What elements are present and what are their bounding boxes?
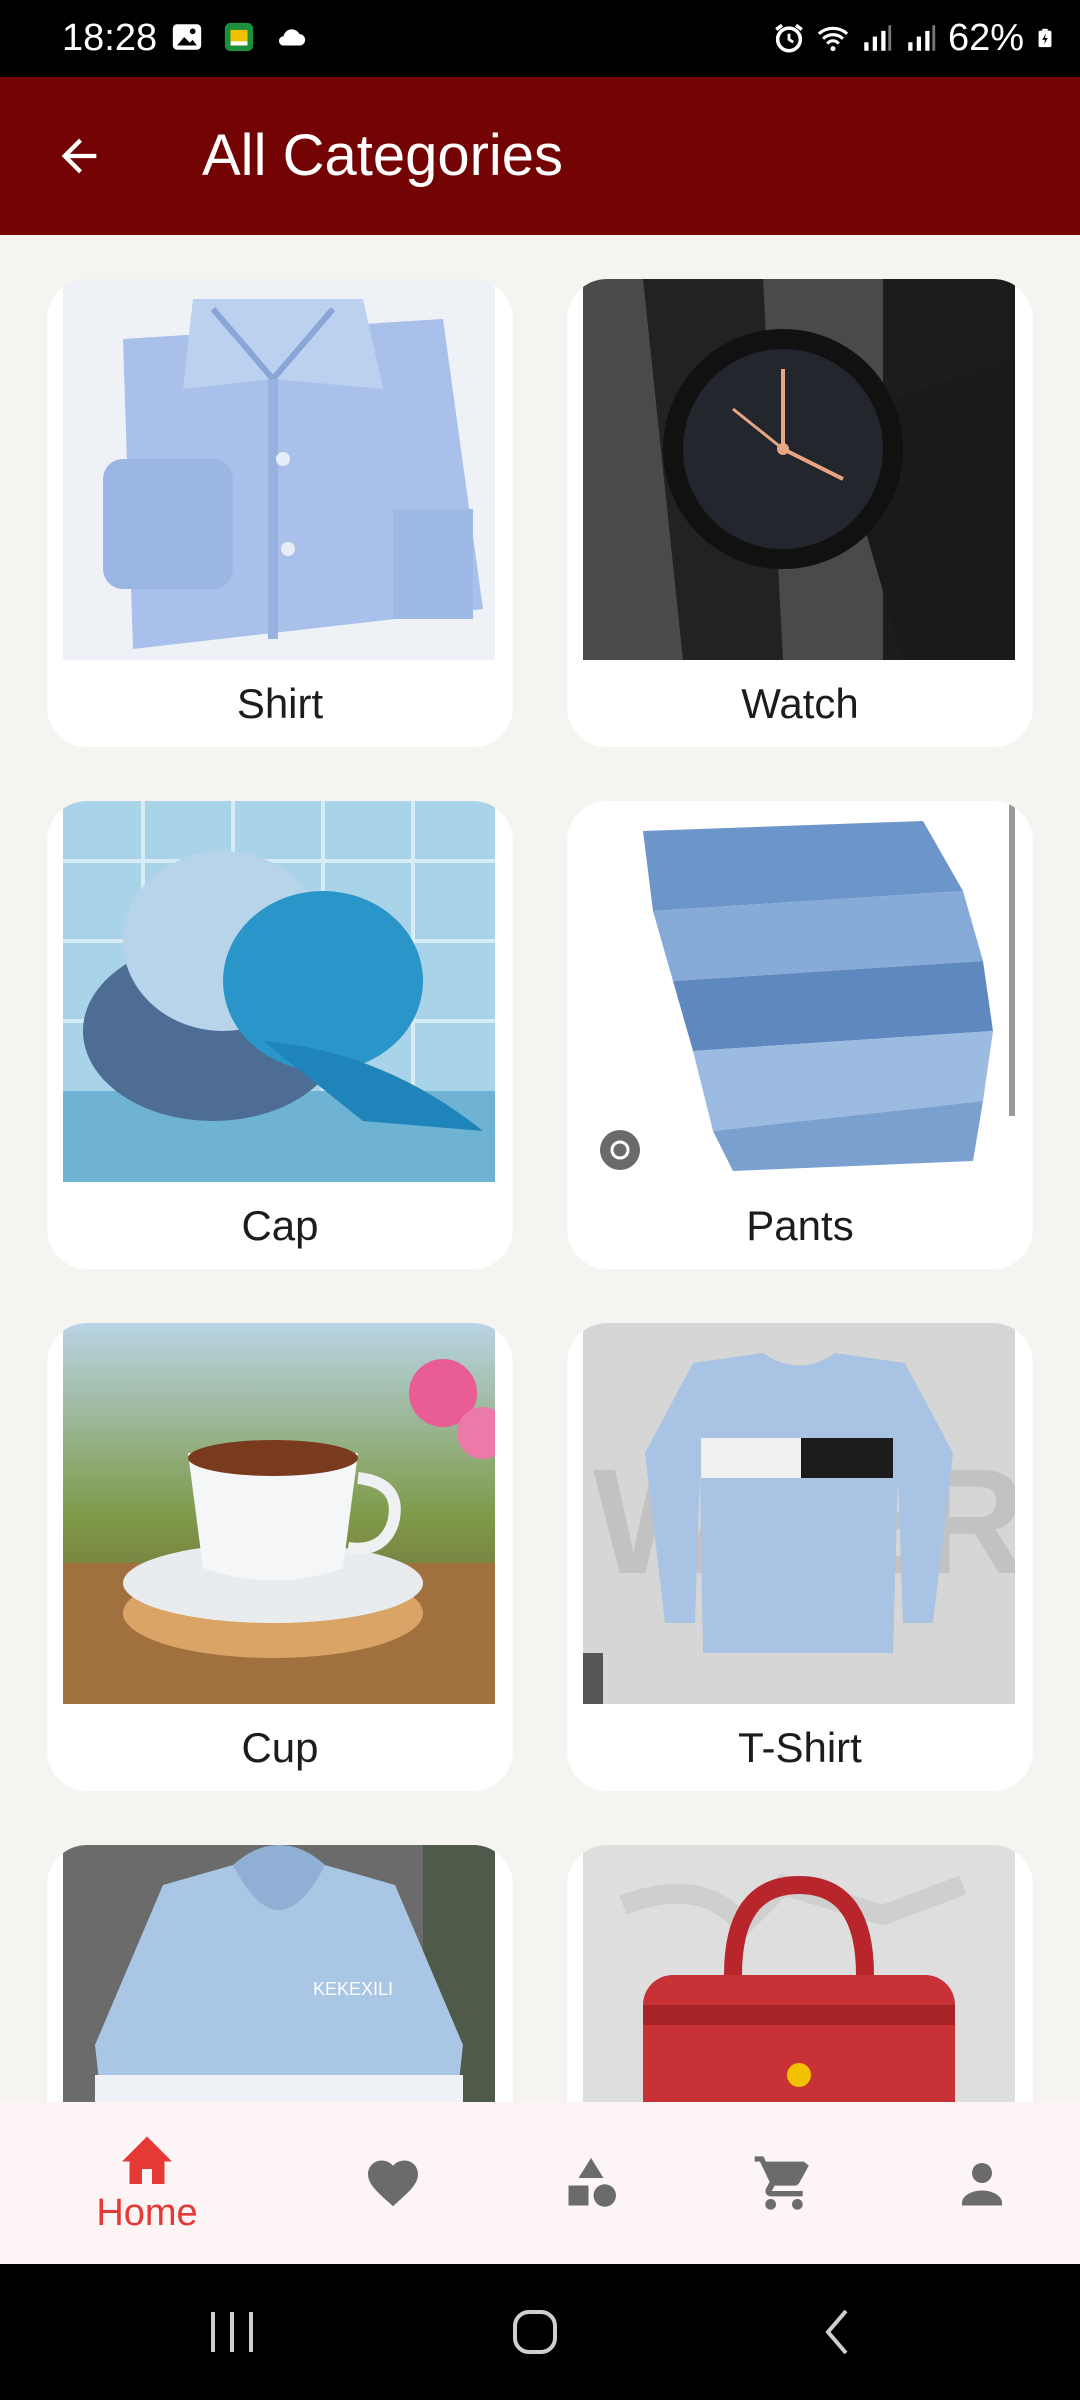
status-bar: 18:28 62%	[0, 0, 1080, 77]
cloud-icon	[278, 29, 306, 46]
category-card-t-shirt[interactable]: WI ER T-Shirt	[567, 1323, 1033, 1791]
category-card-pants[interactable]: Pants	[567, 801, 1033, 1269]
category-image: KEKEXILI	[63, 1845, 495, 2105]
system-navigation-bar	[0, 2264, 1080, 2400]
wifi-icon	[817, 26, 849, 52]
nav-categories[interactable]	[536, 2102, 646, 2264]
category-card-shirt[interactable]: Shirt	[47, 279, 513, 747]
category-card-watch[interactable]: Watch	[567, 279, 1033, 747]
svg-text:KEKEXILI: KEKEXILI	[313, 1979, 393, 1999]
category-card-cup[interactable]: Cup	[47, 1323, 513, 1791]
back-system-button[interactable]	[793, 2298, 883, 2366]
category-label: Pants	[746, 1202, 854, 1249]
category-label: Shirt	[236, 680, 324, 727]
app-icon	[224, 22, 254, 52]
nav-favorites[interactable]	[338, 2102, 448, 2264]
home-circle-icon	[513, 2310, 557, 2354]
battery-icon	[1038, 28, 1052, 48]
nav-home[interactable]: Home	[57, 2102, 237, 2264]
category-image	[583, 1845, 1015, 2105]
person-icon	[962, 2163, 1002, 2206]
category-image	[583, 279, 1015, 660]
category-image	[583, 801, 1015, 1182]
heart-icon	[368, 2160, 418, 2207]
nav-cart[interactable]	[729, 2102, 839, 2264]
category-label: T-Shirt	[738, 1724, 862, 1771]
category-image: WI ER	[583, 1323, 1015, 1704]
category-image	[63, 279, 495, 660]
recent-apps-button[interactable]	[187, 2298, 277, 2366]
status-time: 18:28	[62, 17, 158, 59]
gallery-icon	[172, 24, 202, 50]
signal-icon	[908, 25, 936, 51]
arrow-left-icon	[61, 138, 97, 174]
category-label: Cup	[241, 1724, 319, 1771]
category-label: Cap	[241, 1202, 319, 1249]
category-card-bag[interactable]	[567, 1845, 1033, 2105]
page-title: All Categories	[202, 123, 564, 188]
alarm-icon	[775, 23, 803, 53]
category-image	[63, 1323, 495, 1704]
recent-apps-icon	[211, 2312, 253, 2352]
home-system-button[interactable]	[490, 2298, 580, 2366]
nav-home-label: Home	[96, 2192, 198, 2234]
category-card-hoodie[interactable]: KEKEXILI	[47, 1845, 513, 2105]
nav-profile[interactable]	[927, 2102, 1037, 2264]
category-grid[interactable]: Shirt Watch Cap Pants Cup T-Shirt KEKEXI…	[0, 235, 1080, 2105]
signal-icon	[864, 25, 892, 51]
battery-percentage: 62%	[947, 17, 1024, 59]
home-icon	[122, 2136, 172, 2184]
bottom-navigation: Home	[0, 2102, 1080, 2264]
chevron-left-icon	[825, 2309, 848, 2355]
category-label: Watch	[741, 680, 859, 727]
category-image	[63, 801, 495, 1182]
categories-icon	[568, 2158, 616, 2207]
app-bar: All Categories	[0, 77, 1080, 235]
cart-icon	[754, 2156, 809, 2210]
category-card-cap[interactable]: Cap	[47, 801, 513, 1269]
back-button[interactable]	[40, 117, 118, 195]
